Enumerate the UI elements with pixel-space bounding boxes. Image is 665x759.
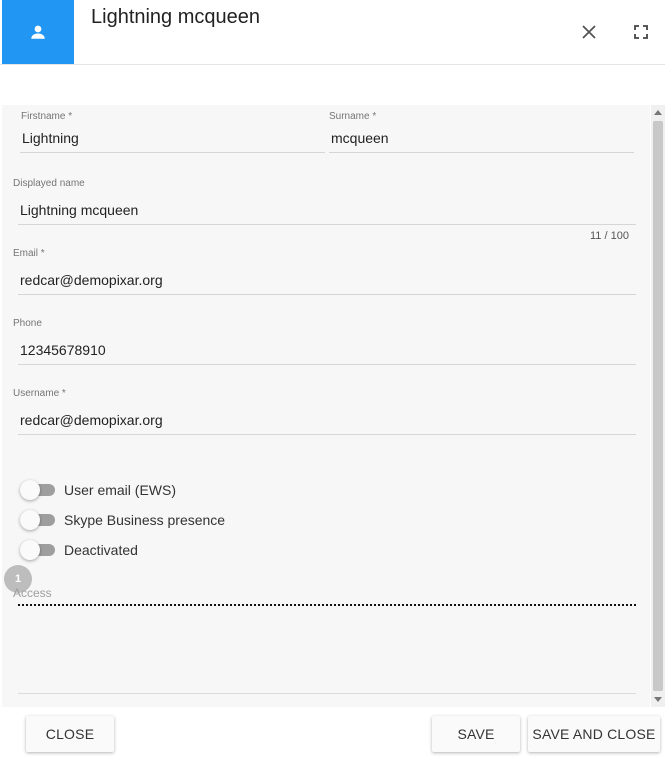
toggle-label: Skype Business presence: [64, 512, 226, 528]
surname-field[interactable]: mcqueen: [331, 130, 389, 146]
save-and-close-button[interactable]: SAVE AND CLOSE: [528, 716, 660, 752]
firstname-underline: [20, 152, 325, 153]
dialog-title: Lightning mcqueen: [91, 6, 261, 28]
displayed-name-underline: [18, 224, 636, 225]
firstname-label: Firstname *: [21, 111, 73, 122]
person-icon: [31, 25, 45, 39]
phone-field[interactable]: 12345678910: [20, 342, 106, 358]
email-field[interactable]: redcar@demopixar.org: [20, 272, 163, 288]
dialog-header: Lightning mcqueen: [0, 0, 665, 65]
divider: [18, 693, 636, 694]
phone-label: Phone: [13, 318, 42, 329]
toggle-label: User email (EWS): [64, 482, 177, 498]
toggle-thumb: [20, 510, 40, 530]
toggle-thumb: [20, 480, 40, 500]
fullscreen-icon: [634, 25, 648, 39]
access-label: Access: [13, 586, 52, 600]
surname-label: Surname *: [329, 111, 377, 122]
scrollbar[interactable]: [651, 105, 665, 707]
user-dialog: Lightning mcqueen Firstname * Lightning …: [0, 0, 665, 759]
close-button[interactable]: CLOSE: [26, 716, 114, 752]
username-label: Username *: [13, 388, 66, 399]
fullscreen-button[interactable]: [629, 20, 653, 44]
displayed-name-label: Displayed name: [13, 178, 85, 189]
email-label: Email *: [13, 248, 45, 259]
save-button[interactable]: SAVE: [432, 716, 520, 752]
firstname-field[interactable]: Lightning: [22, 130, 79, 146]
username-underline: [18, 434, 636, 435]
toggle-thumb: [20, 540, 40, 560]
form-content: Firstname * Lightning Surname * mcqueen …: [2, 105, 650, 707]
scroll-up-arrow-icon[interactable]: [654, 110, 662, 115]
avatar: [2, 0, 74, 64]
username-field[interactable]: redcar@demopixar.org: [20, 412, 163, 428]
access-field[interactable]: [18, 604, 636, 606]
close-dialog-button[interactable]: [577, 20, 601, 44]
scrollbar-thumb[interactable]: [653, 121, 663, 691]
toggle-label: Deactivated: [64, 542, 138, 558]
surname-underline: [329, 152, 634, 153]
scroll-down-arrow-icon[interactable]: [654, 697, 662, 702]
char-counter: 11 / 100: [590, 230, 629, 242]
displayed-name-field[interactable]: Lightning mcqueen: [20, 202, 138, 218]
close-icon: [582, 25, 596, 39]
email-underline: [18, 294, 636, 295]
dialog-footer: CLOSE SAVE SAVE AND CLOSE: [0, 707, 665, 759]
phone-underline: [18, 364, 636, 365]
